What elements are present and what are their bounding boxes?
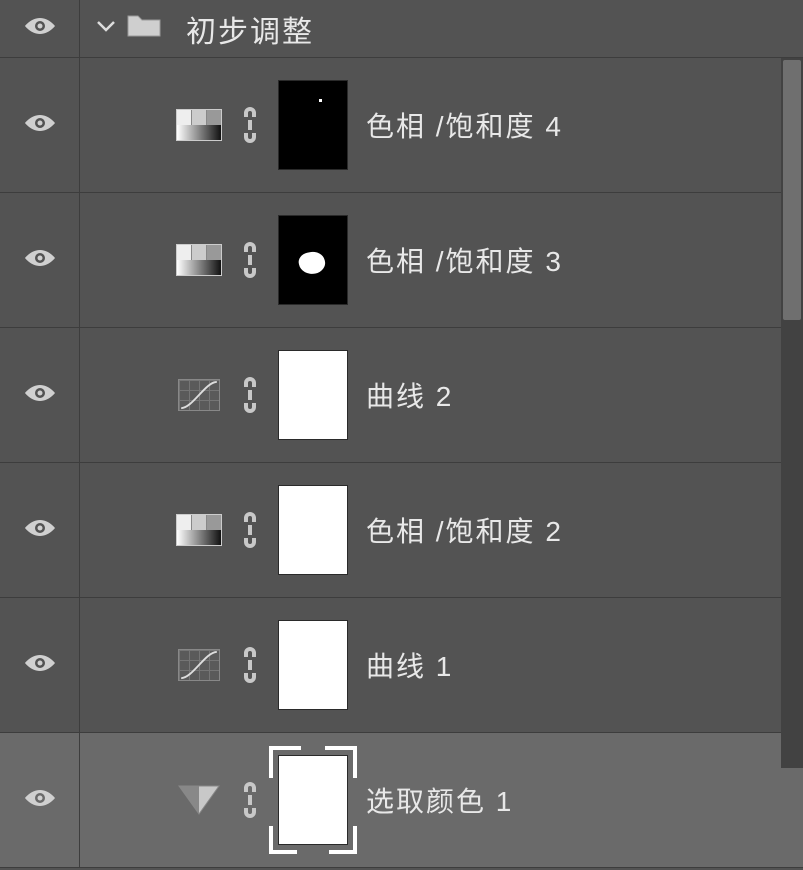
layer-mask-thumbnail[interactable] bbox=[278, 215, 348, 305]
visibility-toggle[interactable] bbox=[0, 598, 80, 732]
layers-panel: 初步调整 色相 /饱和度 4 bbox=[0, 0, 803, 870]
link-icon[interactable] bbox=[236, 510, 264, 550]
layer-row[interactable]: 色相 /饱和度 3 bbox=[0, 193, 803, 328]
visibility-toggle[interactable] bbox=[0, 58, 80, 192]
layer-group-row[interactable]: 初步调整 bbox=[0, 0, 803, 58]
link-icon[interactable] bbox=[236, 780, 264, 820]
layer-name[interactable]: 曲线 1 bbox=[366, 645, 453, 685]
eye-icon bbox=[22, 786, 58, 815]
eye-icon bbox=[22, 14, 58, 43]
layer-row[interactable]: 色相 /饱和度 2 bbox=[0, 463, 803, 598]
curves-icon[interactable] bbox=[176, 377, 222, 413]
link-icon[interactable] bbox=[236, 105, 264, 145]
layer-name[interactable]: 色相 /饱和度 2 bbox=[366, 510, 563, 550]
visibility-toggle[interactable] bbox=[0, 733, 80, 867]
link-icon[interactable] bbox=[236, 375, 264, 415]
hue-saturation-icon[interactable] bbox=[176, 107, 222, 143]
layer-mask-thumbnail[interactable] bbox=[278, 620, 348, 710]
layer-mask-thumbnail[interactable] bbox=[278, 485, 348, 575]
group-label: 初步调整 bbox=[186, 7, 314, 51]
eye-icon bbox=[22, 246, 58, 275]
eye-icon bbox=[22, 111, 58, 140]
curves-icon[interactable] bbox=[176, 647, 222, 683]
link-icon[interactable] bbox=[236, 240, 264, 280]
scrollbar[interactable] bbox=[781, 58, 803, 768]
visibility-toggle[interactable] bbox=[0, 463, 80, 597]
selective-color-icon[interactable] bbox=[176, 782, 222, 818]
link-icon[interactable] bbox=[236, 645, 264, 685]
layer-row[interactable]: 选取颜色 1 bbox=[0, 733, 803, 868]
chevron-down-icon[interactable] bbox=[96, 19, 116, 38]
layer-row[interactable]: 色相 /饱和度 4 bbox=[0, 58, 803, 193]
layer-row[interactable]: 曲线 2 bbox=[0, 328, 803, 463]
layer-mask-thumbnail[interactable] bbox=[278, 350, 348, 440]
layer-row[interactable]: 曲线 1 bbox=[0, 598, 803, 733]
layer-mask-thumbnail[interactable] bbox=[278, 80, 348, 170]
hue-saturation-icon[interactable] bbox=[176, 512, 222, 548]
hue-saturation-icon[interactable] bbox=[176, 242, 222, 278]
eye-icon bbox=[22, 381, 58, 410]
layer-mask-thumbnail[interactable] bbox=[278, 755, 348, 845]
visibility-toggle[interactable] bbox=[0, 193, 80, 327]
layer-name[interactable]: 曲线 2 bbox=[366, 375, 453, 415]
layer-name[interactable]: 色相 /饱和度 3 bbox=[366, 240, 563, 280]
visibility-toggle[interactable] bbox=[0, 328, 80, 462]
scrollbar-thumb[interactable] bbox=[783, 60, 801, 320]
layer-name[interactable]: 色相 /饱和度 4 bbox=[366, 105, 563, 145]
layer-name[interactable]: 选取颜色 1 bbox=[366, 780, 513, 820]
eye-icon bbox=[22, 516, 58, 545]
visibility-toggle[interactable] bbox=[0, 0, 80, 57]
eye-icon bbox=[22, 651, 58, 680]
folder-icon bbox=[126, 12, 162, 45]
